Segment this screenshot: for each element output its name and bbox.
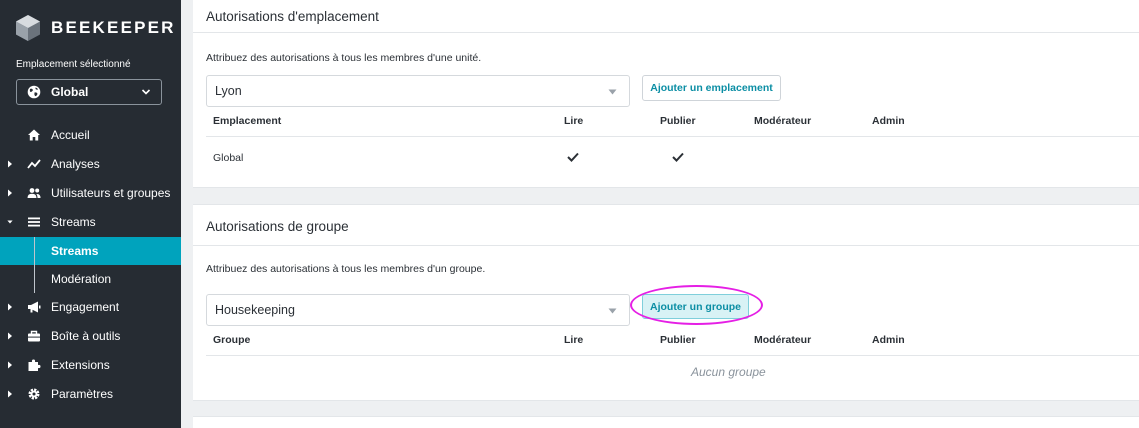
location-permissions-card: Autorisations d'emplacement Attribuez de… bbox=[193, 0, 1139, 188]
location-value: Global bbox=[51, 85, 89, 99]
gear-icon bbox=[28, 388, 40, 400]
nav-label: Utilisateurs et groupes bbox=[51, 186, 171, 200]
caret-right-icon bbox=[8, 303, 12, 311]
card-description: Attribuez des autorisations à tous les m… bbox=[206, 52, 482, 64]
column-header: Admin bbox=[872, 334, 905, 346]
card-title: Autorisations d'emplacement bbox=[206, 9, 379, 24]
home-icon bbox=[28, 129, 40, 141]
caret-right-icon bbox=[8, 332, 12, 340]
puzzle-icon bbox=[28, 359, 41, 371]
nav-label: Streams bbox=[51, 215, 96, 229]
brand-name: BEEKEEPER bbox=[51, 18, 176, 37]
add-location-button[interactable]: Ajouter un emplacement bbox=[642, 75, 781, 101]
list-icon bbox=[28, 217, 40, 227]
column-header: Publier bbox=[660, 334, 696, 346]
nav-label: Engagement bbox=[51, 300, 120, 314]
column-header: Groupe bbox=[213, 334, 251, 346]
row-name: Global bbox=[213, 152, 244, 164]
check-icon bbox=[672, 152, 684, 162]
caret-right-icon bbox=[8, 361, 12, 369]
location-selector[interactable]: Global bbox=[16, 79, 162, 105]
dropdown-value: Lyon bbox=[215, 84, 242, 98]
table-header-divider bbox=[206, 355, 1139, 356]
nav-label: Extensions bbox=[51, 358, 110, 372]
card-description: Attribuez des autorisations à tous les m… bbox=[206, 263, 486, 275]
nav-label: Accueil bbox=[51, 128, 90, 142]
caret-down-icon bbox=[608, 308, 617, 314]
caret-down-icon bbox=[7, 220, 13, 224]
caret-down-icon bbox=[608, 89, 617, 95]
column-header: Publier bbox=[660, 115, 696, 127]
caret-right-icon bbox=[8, 160, 12, 168]
beekeeper-logo-icon bbox=[16, 15, 40, 41]
location-dropdown[interactable]: Lyon bbox=[206, 75, 630, 107]
nav-item-engagement[interactable]: Engagement bbox=[0, 293, 181, 321]
sidebar: BEEKEEPER Emplacement sélectionné Global… bbox=[0, 0, 181, 428]
column-header: Admin bbox=[872, 115, 905, 127]
nav-subitem-moderation[interactable]: Modération bbox=[0, 265, 181, 293]
column-header: Modérateur bbox=[754, 334, 812, 346]
nav-sub-label: Streams bbox=[51, 244, 99, 258]
nav-item-utilisateurs[interactable]: Utilisateurs et groupes bbox=[0, 179, 181, 207]
group-dropdown[interactable]: Housekeeping bbox=[206, 294, 630, 326]
nav-item-parametres[interactable]: Paramètres bbox=[0, 380, 181, 408]
nav-sub-label: Modération bbox=[51, 272, 112, 286]
location-label: Emplacement sélectionné bbox=[16, 59, 131, 70]
card-title: Autorisations de groupe bbox=[206, 219, 349, 234]
nav-item-boite-a-outils[interactable]: Boîte à outils bbox=[0, 322, 181, 350]
nav-item-extensions[interactable]: Extensions bbox=[0, 351, 181, 379]
nav-item-accueil[interactable]: Accueil bbox=[0, 121, 181, 149]
empty-state-message: Aucun groupe bbox=[691, 365, 766, 379]
column-header: Emplacement bbox=[213, 115, 282, 127]
trend-icon bbox=[27, 159, 41, 169]
brand-logo[interactable]: BEEKEEPER bbox=[16, 15, 176, 41]
nav-label: Boîte à outils bbox=[51, 329, 121, 343]
caret-right-icon bbox=[8, 189, 12, 197]
divider bbox=[193, 245, 1139, 246]
dropdown-value: Housekeeping bbox=[215, 303, 295, 317]
column-header: Lire bbox=[564, 334, 584, 346]
nav-label: Analyses bbox=[51, 157, 100, 171]
globe-icon bbox=[27, 85, 41, 99]
toolbox-icon bbox=[28, 330, 40, 342]
subnav-guide-line bbox=[34, 237, 35, 293]
group-permissions-card: Autorisations de groupe Attribuez des au… bbox=[193, 204, 1139, 401]
nav-subitem-streams[interactable]: Streams bbox=[0, 237, 181, 265]
chevron-down-icon bbox=[141, 89, 151, 95]
column-header: Modérateur bbox=[754, 115, 812, 127]
nav-label: Paramètres bbox=[51, 387, 114, 401]
next-card bbox=[193, 416, 1139, 428]
divider bbox=[193, 32, 1139, 33]
megaphone-icon bbox=[28, 301, 41, 313]
nav-item-analyses[interactable]: Analyses bbox=[0, 150, 181, 178]
nav-item-streams[interactable]: Streams bbox=[0, 208, 181, 236]
column-header: Lire bbox=[564, 115, 584, 127]
table-header-divider bbox=[206, 136, 1139, 137]
add-group-button[interactable]: Ajouter un groupe bbox=[642, 294, 749, 319]
check-icon bbox=[567, 152, 579, 162]
users-icon bbox=[27, 188, 41, 198]
caret-right-icon bbox=[8, 390, 12, 398]
